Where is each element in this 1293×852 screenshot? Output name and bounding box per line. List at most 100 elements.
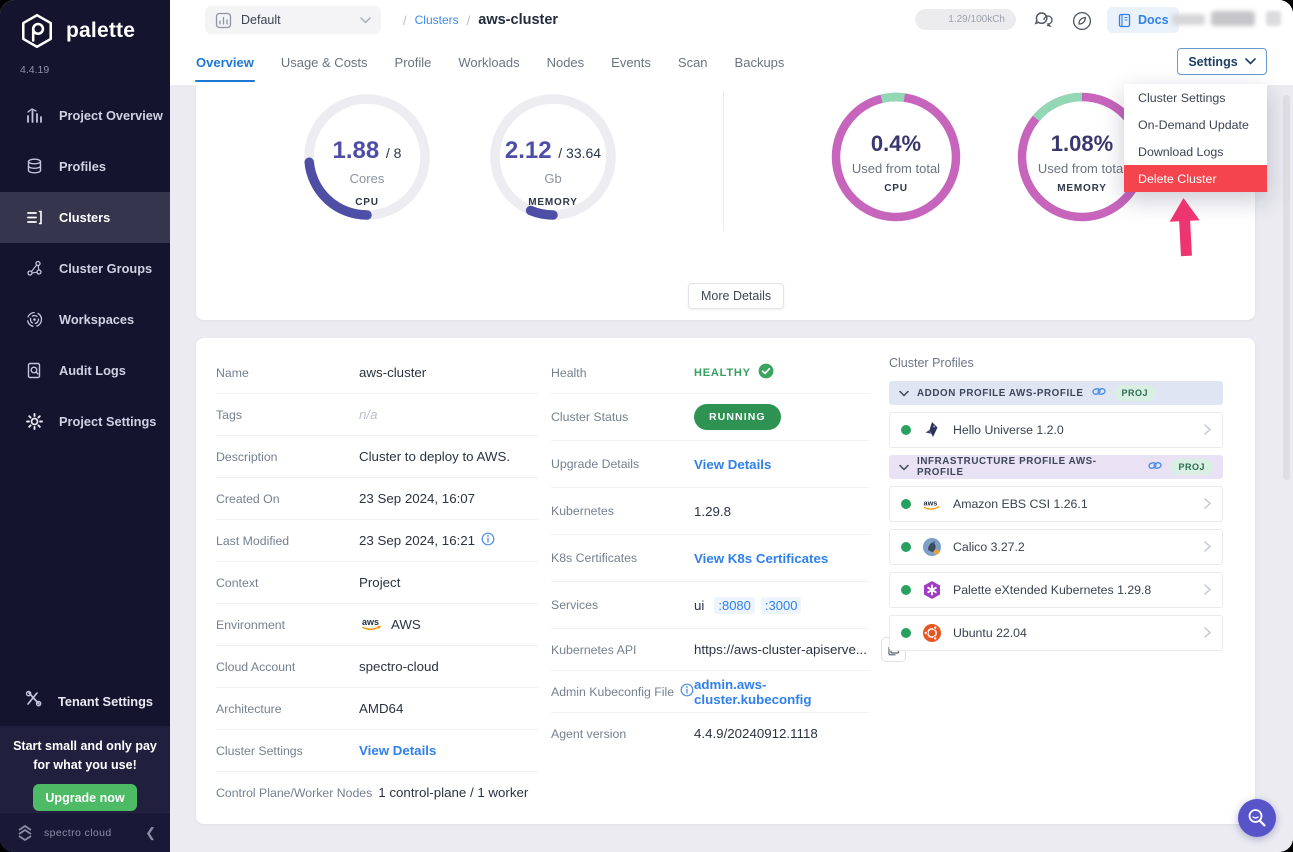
chat-icon[interactable] [1029, 7, 1057, 35]
link-view-k8s-certificates[interactable]: View K8s Certificates [694, 551, 828, 566]
sidebar-item-clusters[interactable]: Clusters [0, 192, 170, 243]
chevron-right-icon [1204, 626, 1211, 641]
detail-label: Last Modified [216, 534, 359, 548]
status-dot [901, 628, 911, 638]
detail-row-name: Nameaws-cluster [216, 352, 538, 394]
detail-row-health: HealthHEALTHY [551, 352, 869, 394]
cluster-details-card: Nameaws-clusterTagsn/aDescriptionCluster… [196, 338, 1255, 824]
redacted-text [1172, 14, 1205, 25]
profile-layer-ubuntu-22-04[interactable]: Ubuntu 22.04 [889, 615, 1223, 651]
profile-section-header-infrastructure-profile-aws-profile[interactable]: INFRASTRUCTURE PROFILE AWS-PROFILEPROJ [889, 455, 1223, 479]
sidebar-item-profiles[interactable]: Profiles [0, 141, 170, 192]
ubuntu-icon [922, 623, 942, 643]
sidebar-footer: spectro cloud ❮ [0, 812, 170, 852]
redacted-avatar[interactable] [1266, 11, 1281, 26]
link-view-details[interactable]: View Details [694, 457, 771, 472]
sidebar-item-label: Profiles [59, 159, 106, 174]
link-admin-aws-cluster-kubeconfig[interactable]: admin.aws-cluster.kubeconfig [694, 677, 869, 707]
chevron-right-icon [1204, 497, 1211, 512]
profile-section-title: ADDON PROFILE AWS-PROFILE [917, 388, 1084, 399]
menu-item-on-demand-update[interactable]: On-Demand Update [1124, 111, 1267, 138]
detail-value: 4.4.9/20240912.1118 [694, 726, 818, 741]
service-port-link[interactable]: :8080 [714, 597, 755, 614]
aws-icon: aws [922, 494, 942, 514]
spectro-cloud-label: spectro cloud [44, 827, 137, 839]
magnifier-icon [1246, 807, 1268, 829]
detail-row-cloud-account: Cloud Accountspectro-cloud [216, 646, 538, 688]
status-dot [901, 585, 911, 595]
tab-profile[interactable]: Profile [395, 46, 432, 78]
sidebar-item-label: Project Settings [59, 414, 156, 429]
info-icon[interactable] [680, 683, 694, 700]
cluster-profiles-title: Cluster Profiles [889, 356, 1223, 370]
scrollbar-thumb[interactable] [1283, 95, 1290, 480]
app-window: palette 4.4.19 Project Overview Profiles C… [0, 0, 1293, 852]
tab-backups[interactable]: Backups [735, 46, 785, 78]
project-selector-icon [215, 12, 232, 29]
detail-label: Kubernetes [551, 504, 694, 518]
info-icon[interactable] [481, 532, 495, 549]
sidebar-item-cluster-groups[interactable]: Cluster Groups [0, 243, 170, 294]
tab-workloads[interactable]: Workloads [458, 46, 519, 78]
cpu-unit: Cores [292, 171, 442, 186]
cpu-donut-pct: 0.4% [821, 131, 971, 157]
hello-universe-icon [922, 420, 942, 440]
more-details-button[interactable]: More Details [688, 283, 784, 309]
sidebar-item-tenant-settings[interactable]: Tenant Settings [0, 686, 194, 716]
profile-layer-calico-3-27-2[interactable]: Calico 3.27.2 [889, 529, 1223, 565]
search-fab[interactable] [1238, 799, 1276, 837]
detail-value: 1 control-plane / 1 worker [378, 785, 528, 800]
sidebar-item-project-settings[interactable]: Project Settings [0, 396, 170, 447]
sidebar-item-workspaces[interactable]: Workspaces [0, 294, 170, 345]
palette-logo-icon [18, 12, 56, 50]
details-middle-column: HealthHEALTHYCluster StatusRUNNINGUpgrad… [551, 352, 869, 754]
content-area: 1.88 / 8 Cores CPU 2.12 / 33.64 Gb MEMOR… [170, 85, 1293, 852]
detail-row-admin-kubeconfig-file: Admin Kubeconfig Fileadmin.aws-cluster.k… [551, 671, 869, 713]
tab-nodes[interactable]: Nodes [547, 46, 585, 78]
tab-scan[interactable]: Scan [678, 46, 708, 78]
cpu-total-value: / 8 [386, 145, 402, 161]
sidebar-collapse-chevron[interactable]: ❮ [145, 825, 156, 841]
menu-item-download-logs[interactable]: Download Logs [1124, 138, 1267, 165]
memory-unit: Gb [478, 171, 628, 186]
profile-layer-amazon-ebs-csi-1-26-1[interactable]: awsAmazon EBS CSI 1.26.1 [889, 486, 1223, 522]
sidebar-item-audit-logs[interactable]: Audit Logs [0, 345, 170, 396]
gear-icon [24, 412, 44, 432]
memory-gauge-label: MEMORY [478, 197, 628, 208]
profile-layer-palette-extended-kubernetes-1-29-8[interactable]: Palette eXtended Kubernetes 1.29.8 [889, 572, 1223, 608]
svg-text:aws: aws [924, 498, 938, 507]
memory-usage-gauge: 2.12 / 33.64 Gb MEMORY [478, 87, 628, 237]
detail-row-k8s-certificates: K8s CertificatesView K8s Certificates [551, 535, 869, 582]
breadcrumb-clusters-link[interactable]: Clusters [415, 13, 459, 27]
docs-button[interactable]: Docs [1107, 7, 1179, 33]
upgrade-now-button[interactable]: Upgrade now [33, 784, 137, 811]
detail-label: Kubernetes API [551, 643, 694, 657]
service-port-link[interactable]: :3000 [761, 597, 802, 614]
menu-item-cluster-settings[interactable]: Cluster Settings [1124, 84, 1267, 111]
sidebar-item-project-overview[interactable]: Project Overview [0, 90, 170, 141]
app-version: 4.4.19 [20, 64, 49, 76]
link-view-details[interactable]: View Details [359, 743, 436, 758]
profile-section-header-addon-profile-aws-profile[interactable]: ADDON PROFILE AWS-PROFILEPROJ [889, 381, 1223, 405]
tab-usage-costs[interactable]: Usage & Costs [281, 46, 368, 78]
tab-events[interactable]: Events [611, 46, 651, 78]
settings-button[interactable]: Settings [1177, 48, 1267, 75]
link-icon[interactable] [1092, 384, 1106, 402]
detail-row-created-on: Created On23 Sep 2024, 16:07 [216, 478, 538, 520]
detail-label: Context [216, 576, 359, 590]
cluster-tabs: Overview Usage & Costs Profile Workloads Nod… [196, 46, 784, 78]
tab-overview[interactable]: Overview [196, 46, 254, 78]
resource-center-icon[interactable] [1068, 7, 1096, 35]
cpu-used-value: 1.88 [333, 137, 380, 164]
brand-name: palette [66, 19, 135, 43]
detail-row-control-plane-worker-nodes: Control Plane/Worker Nodes1 control-plan… [216, 772, 538, 813]
pxk-icon [922, 580, 942, 600]
link-icon[interactable] [1148, 458, 1162, 476]
detail-value: 23 Sep 2024, 16:21 [359, 532, 495, 549]
menu-item-delete-cluster[interactable]: Delete Cluster [1124, 165, 1267, 192]
profile-layer-hello-universe-1-2-0[interactable]: Hello Universe 1.2.0 [889, 412, 1223, 448]
detail-label: Control Plane/Worker Nodes [216, 786, 378, 800]
detail-label: Tags [216, 408, 359, 422]
detail-value: 1.29.8 [694, 504, 731, 519]
project-selector[interactable]: Default [205, 6, 381, 34]
